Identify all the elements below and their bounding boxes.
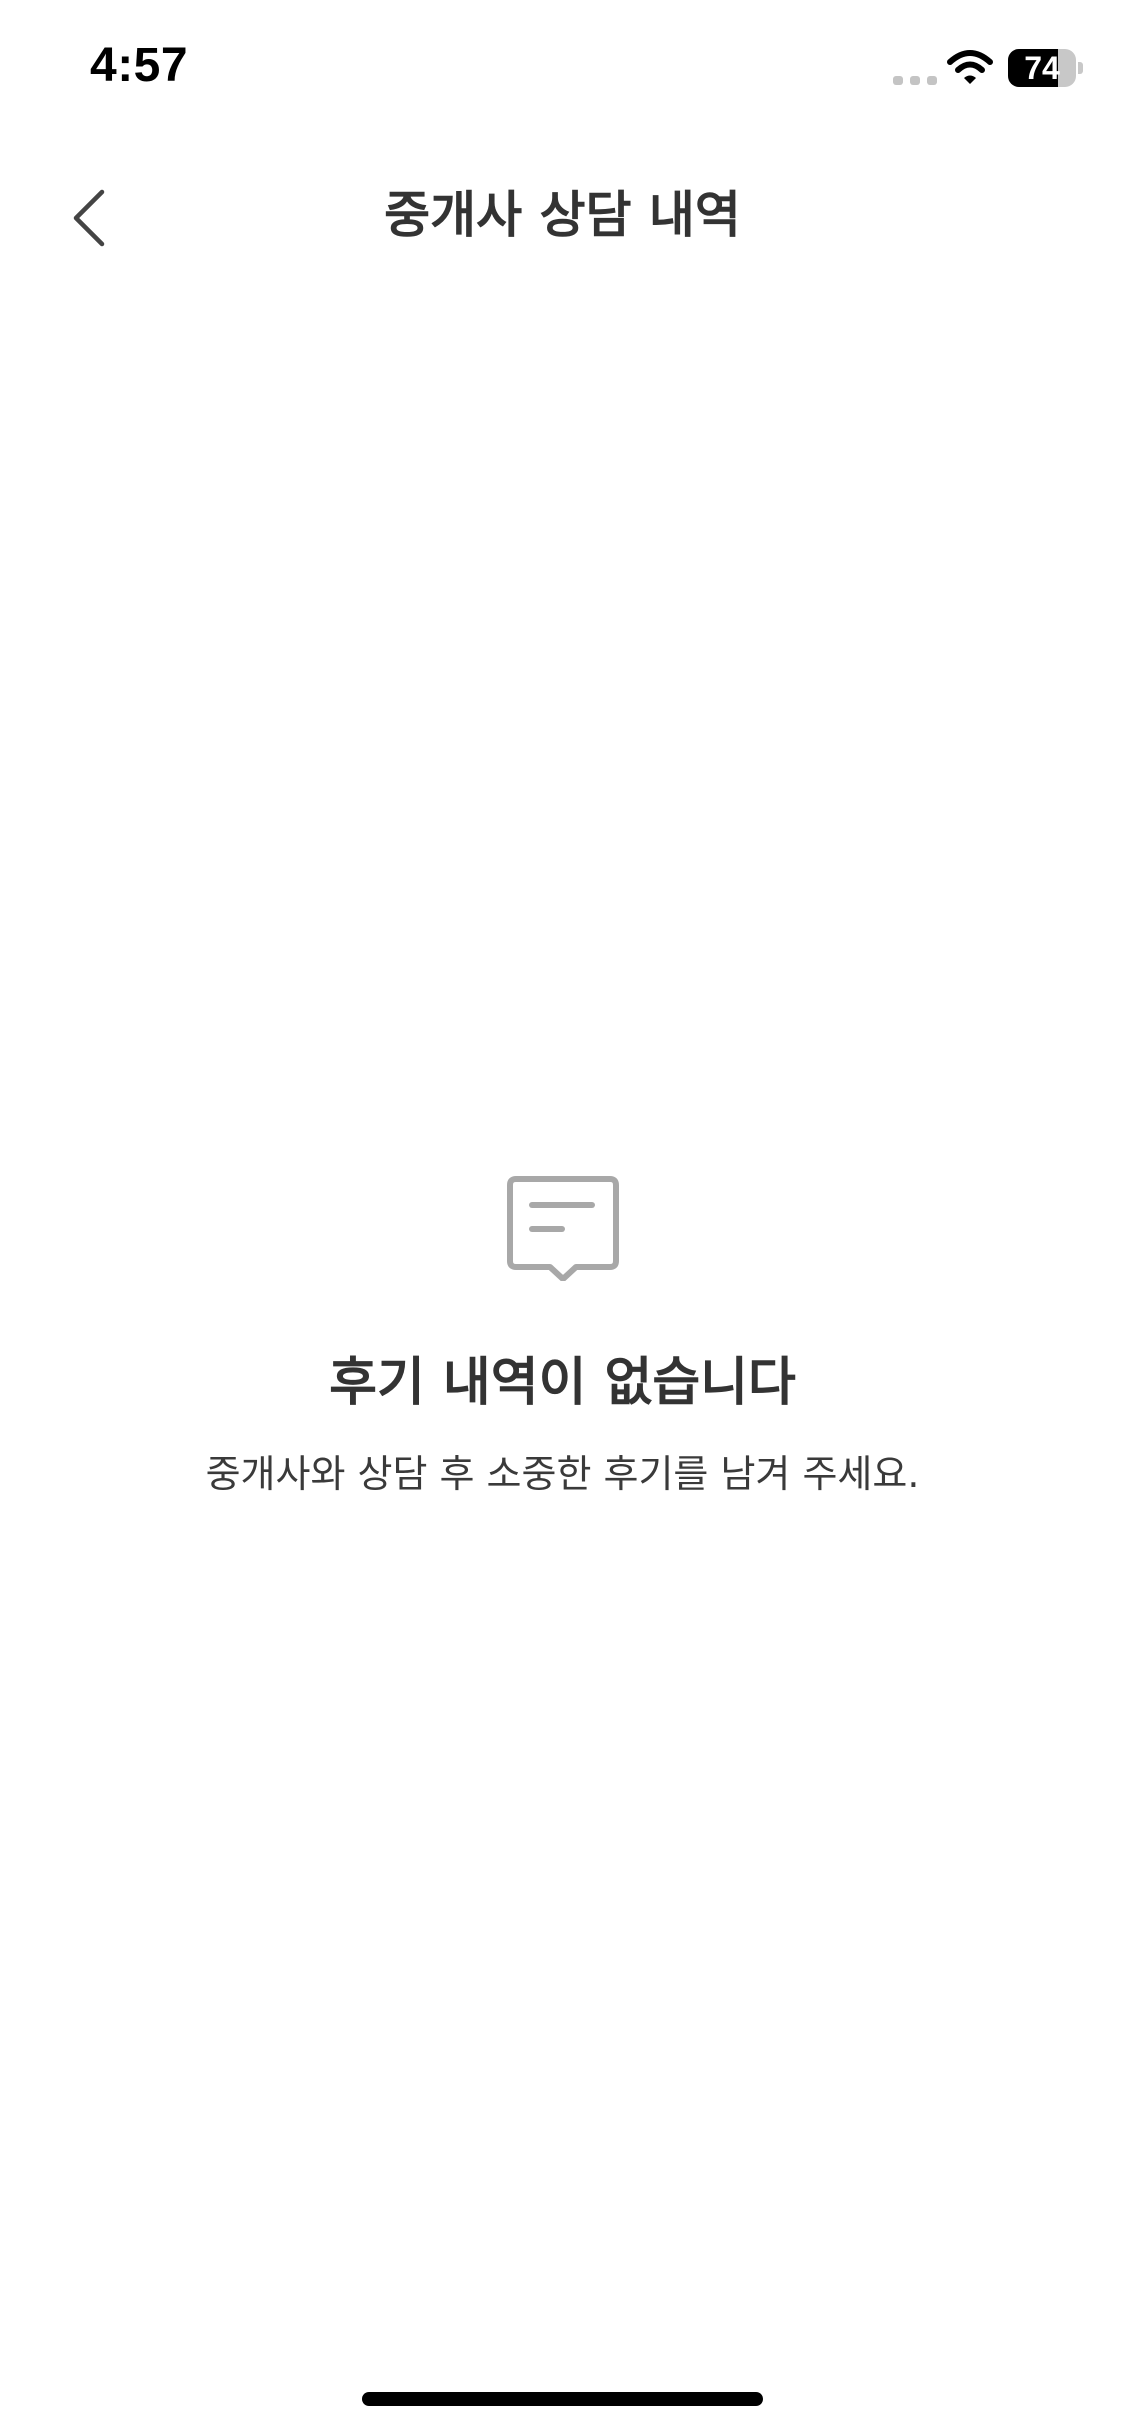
wifi-icon (947, 50, 993, 84)
battery-cap (1078, 62, 1083, 74)
page-title: 중개사 상담 내역 (384, 186, 741, 244)
empty-state-description: 중개사와 상담 후 소중한 후기를 남겨 주세요. (205, 1452, 920, 1496)
signal-icon (893, 76, 937, 85)
message-bubble-icon (507, 1176, 619, 1281)
empty-state-title: 후기 내역이 없습니다 (329, 1353, 796, 1413)
battery-icon: 74 (1008, 49, 1083, 87)
back-button[interactable] (50, 170, 140, 260)
battery-level: 74 (1024, 50, 1060, 86)
chevron-left-icon (73, 189, 105, 247)
status-time: 4:57 (90, 39, 189, 92)
status-bar: 4:57 74 (0, 0, 1125, 140)
home-indicator[interactable] (362, 2392, 763, 2406)
nav-header: 중개사 상담 내역 (0, 150, 1125, 280)
battery-body: 74 (1008, 49, 1076, 87)
empty-state: 후기 내역이 없습니다 중개사와 상담 후 소중한 후기를 남겨 주세요. (0, 1170, 1125, 1520)
